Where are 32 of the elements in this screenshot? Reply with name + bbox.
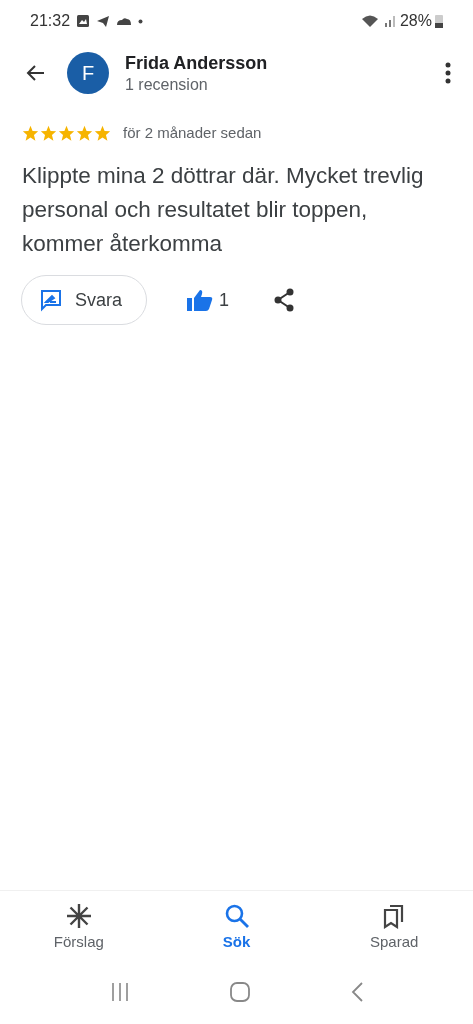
avatar: F	[67, 52, 109, 94]
star-icon	[58, 124, 75, 141]
recent-apps-icon[interactable]	[109, 982, 130, 1002]
image-icon	[76, 14, 91, 28]
thumbs-up-icon[interactable]	[187, 289, 214, 311]
asterisk-icon	[65, 903, 92, 929]
review-text: Klippte mina 2 döttrar där. Mycket trevlig personal och resultatet blir toppen, kommer återkomma	[22, 162, 425, 258]
home-icon[interactable]	[228, 981, 251, 1003]
nav-tab[interactable]: Sök	[157, 903, 316, 950]
star-icon	[40, 124, 57, 141]
signal-icon	[360, 14, 397, 28]
battery-percent: 28%	[399, 12, 432, 30]
more-icon[interactable]	[445, 62, 451, 84]
star-icon	[94, 124, 111, 141]
nav-tab[interactable]: Sparad	[315, 903, 473, 950]
reply-icon	[39, 288, 63, 312]
search-icon	[223, 903, 250, 929]
back-nav-icon[interactable]	[349, 981, 364, 1003]
star-icon	[76, 124, 93, 141]
dot-icon	[138, 18, 144, 24]
review-date: för 2 månader sedan	[123, 124, 262, 141]
send-icon	[96, 14, 111, 28]
battery-icon	[435, 14, 443, 28]
cloud-icon	[116, 16, 133, 26]
nav-tab[interactable]: Förslag	[0, 903, 158, 950]
star-icon	[22, 124, 39, 141]
like-count: 1	[219, 289, 230, 311]
status-time: 21:32	[30, 12, 71, 30]
share-icon[interactable]	[273, 288, 296, 312]
reviewer-name: Frida Andersson	[125, 52, 269, 74]
reply-button[interactable]: Svara	[21, 275, 148, 325]
review-count: 1 recension	[125, 75, 209, 94]
